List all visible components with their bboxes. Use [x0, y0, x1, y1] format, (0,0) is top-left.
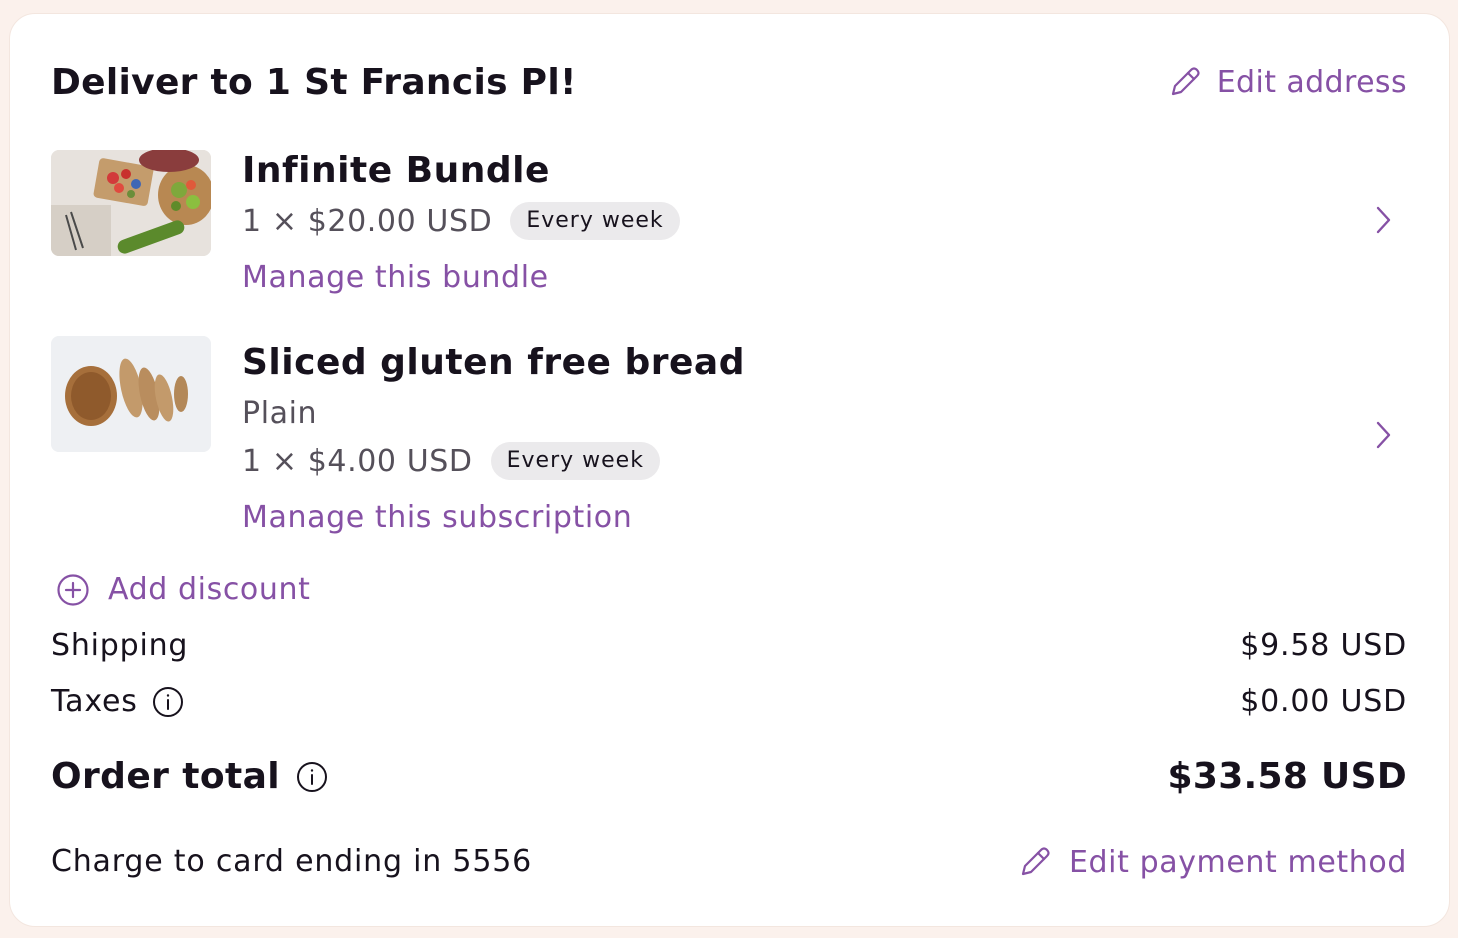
- bundle-image: [51, 150, 211, 256]
- item-name: Sliced gluten free bread: [242, 342, 745, 383]
- taxes-row-label: Taxes: [51, 684, 184, 719]
- info-icon[interactable]: [296, 761, 328, 793]
- item-meta: 1 × $20.00 USD Every week: [242, 202, 680, 240]
- taxes-value: $0.00 USD: [1240, 684, 1407, 719]
- bread-thumbnail: [51, 336, 211, 452]
- delivery-title: Deliver to 1 St Francis Pl!: [51, 62, 577, 103]
- edit-payment-method-link[interactable]: Edit payment method: [1017, 844, 1407, 880]
- info-icon[interactable]: [152, 686, 184, 718]
- shipping-text: Shipping: [51, 628, 189, 663]
- shipping-value: $9.58 USD: [1240, 628, 1407, 663]
- frequency-badge: Every week: [490, 442, 660, 480]
- pencil-icon: [1021, 847, 1050, 876]
- order-total-label: Order total: [51, 756, 281, 797]
- edit-payment-label: Edit payment method: [1068, 844, 1407, 880]
- pencil-icon: [1171, 67, 1200, 96]
- order-total-row-label: Order total: [51, 756, 328, 797]
- plus-circle-icon: [57, 573, 89, 606]
- manage-subscription-link[interactable]: Manage this subscription: [242, 500, 632, 535]
- item-quantity-price: 1 × $20.00 USD: [242, 203, 493, 239]
- item-name: Infinite Bundle: [242, 150, 550, 191]
- frequency-badge: Every week: [510, 202, 680, 240]
- item-meta: 1 × $4.00 USD Every week: [242, 442, 660, 480]
- chevron-right-icon[interactable]: [1372, 204, 1394, 236]
- order-summary-card: Deliver to 1 St Francis Pl! Edit address…: [9, 13, 1450, 927]
- item-variant: Plain: [242, 396, 318, 431]
- edit-address-label: Edit address: [1216, 64, 1407, 100]
- edit-address-link[interactable]: Edit address: [1167, 64, 1407, 100]
- shipping-label: Shipping: [51, 628, 188, 663]
- manage-bundle-link[interactable]: Manage this bundle: [242, 260, 549, 295]
- bread-image: [51, 336, 211, 452]
- taxes-label: Taxes: [51, 684, 138, 719]
- item-quantity-price: 1 × $4.00 USD: [242, 443, 473, 479]
- bundle-thumbnail: [51, 150, 211, 256]
- chevron-right-icon[interactable]: [1372, 419, 1394, 451]
- charge-card-text: Charge to card ending in 5556: [51, 844, 532, 879]
- add-discount-button[interactable]: Add discount: [56, 572, 310, 607]
- order-total-value: $33.58 USD: [1167, 756, 1407, 797]
- add-discount-label: Add discount: [108, 572, 311, 607]
